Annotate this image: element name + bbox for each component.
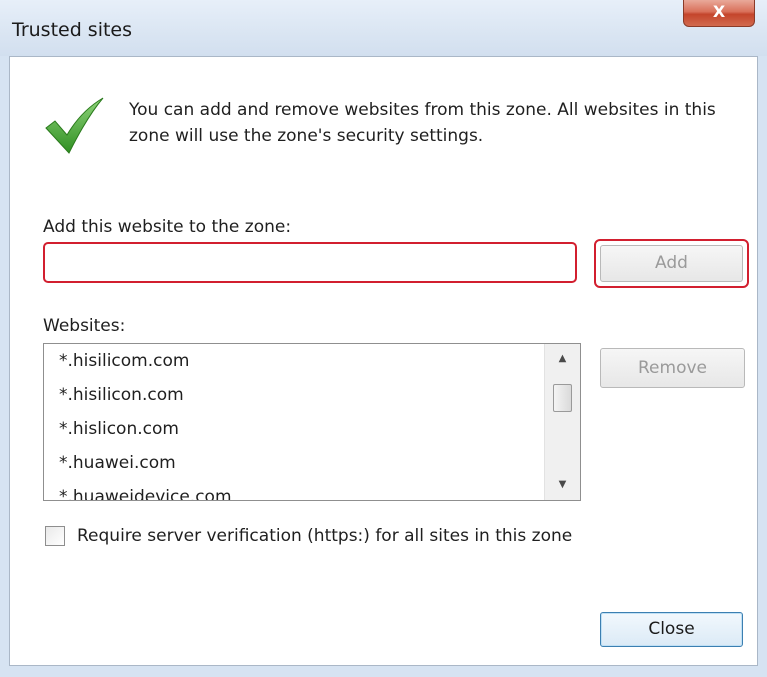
- scroll-up-arrow-icon[interactable]: ▲: [545, 348, 580, 370]
- website-url-input[interactable]: [43, 242, 577, 283]
- close-x-icon: X: [712, 2, 726, 21]
- remove-button[interactable]: Remove: [600, 348, 745, 388]
- websites-label: Websites:: [43, 316, 126, 336]
- green-checkmark-icon: [45, 97, 104, 154]
- websites-list[interactable]: *.hisilicom.com *.hisilicon.com *.hislic…: [43, 343, 581, 501]
- add-website-label: Add this website to the zone:: [43, 217, 292, 237]
- window-close-button[interactable]: X: [683, 0, 755, 27]
- list-item[interactable]: *.hisilicon.com: [59, 384, 184, 406]
- websites-scrollbar[interactable]: ▲ ▼: [544, 344, 580, 500]
- intro-text: You can add and remove websites from thi…: [129, 100, 716, 146]
- trusted-sites-dialog: Trusted sites X You can add and remove w…: [0, 0, 767, 677]
- list-item[interactable]: *.huaweidevice.com: [59, 486, 232, 500]
- scroll-down-arrow-icon[interactable]: ▼: [545, 474, 580, 496]
- title-bar: Trusted sites X: [0, 0, 767, 56]
- add-button[interactable]: Add: [600, 245, 743, 282]
- dialog-title: Trusted sites: [12, 19, 133, 41]
- require-verification-checkbox[interactable]: [45, 526, 65, 546]
- list-item[interactable]: *.hislicon.com: [59, 418, 179, 440]
- require-verification-label[interactable]: Require server verification (https:) for…: [77, 524, 572, 548]
- websites-list-content: *.hisilicom.com *.hisilicon.com *.hislic…: [44, 344, 539, 500]
- close-button[interactable]: Close: [600, 612, 743, 647]
- list-item[interactable]: *.hisilicom.com: [59, 350, 189, 372]
- list-item[interactable]: *.huawei.com: [59, 452, 176, 474]
- scroll-thumb[interactable]: [553, 384, 572, 412]
